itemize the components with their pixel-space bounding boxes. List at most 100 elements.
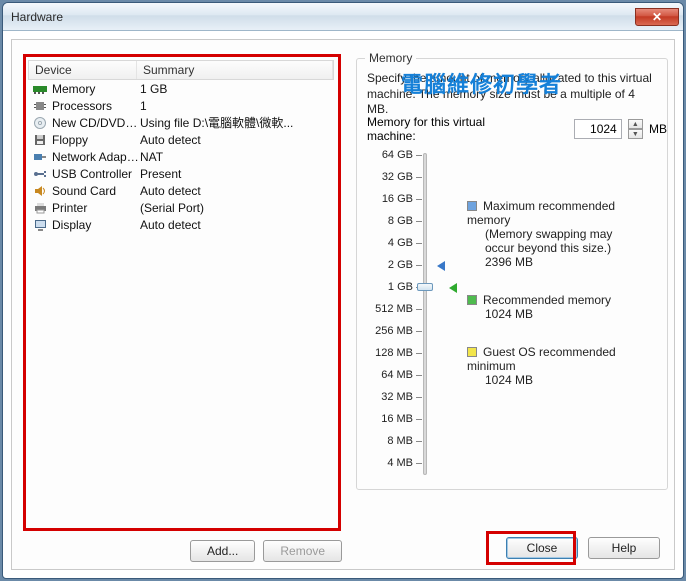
usb-icon (32, 167, 48, 181)
scale-tick: 1 GB (367, 281, 455, 293)
device-summary: Auto detect (140, 184, 330, 198)
marker-rec-icon (449, 283, 457, 293)
table-row[interactable]: Processors1 (28, 97, 334, 114)
tick-label: 4 GB (367, 237, 413, 249)
floppy-icon (32, 133, 48, 147)
printer-icon (32, 201, 48, 215)
device-summary: 1 GB (140, 82, 330, 96)
legend-min-title: Guest OS recommended minimum (467, 345, 616, 373)
tick-label: 256 MB (367, 325, 413, 337)
memory-group: Memory 電腦維修初學者 Specify the amount of mem… (356, 58, 668, 490)
net-icon (32, 150, 48, 164)
memory-desc-line2: machine. The memory size must be a multi… (367, 87, 635, 117)
slider-thumb[interactable] (417, 283, 433, 291)
scale-tick: 4 MB (367, 457, 455, 469)
legend-min-value: 1024 MB (485, 373, 659, 387)
dialog-content: Device Summary Memory1 GBProcessors1New … (11, 39, 675, 570)
close-icon: ✕ (652, 10, 662, 24)
window-title: Hardware (11, 10, 63, 24)
device-summary: Present (140, 167, 330, 181)
tick-label: 16 MB (367, 413, 413, 425)
table-row[interactable]: DisplayAuto detect (28, 216, 334, 233)
titlebar[interactable]: Hardware ✕ (3, 3, 683, 31)
device-summary: Auto detect (140, 133, 330, 147)
memory-legend: Memory (365, 51, 416, 65)
scale-tick: 64 MB (367, 369, 455, 381)
tick-label: 64 GB (367, 149, 413, 161)
legend-max-value: 2396 MB (485, 255, 659, 269)
close-button[interactable]: Close (506, 537, 578, 559)
scale-tick: 256 MB (367, 325, 455, 337)
memory-unit: MB (649, 122, 667, 136)
help-button[interactable]: Help (588, 537, 660, 559)
legend-max-sub1: (Memory swapping may (485, 227, 659, 241)
remove-button[interactable]: Remove (263, 540, 342, 562)
device-summary: 1 (140, 99, 330, 113)
scale-tick: 16 GB (367, 193, 455, 205)
memory-description: Specify the amount of memory allocated t… (367, 71, 657, 118)
device-name: New CD/DVD (... (52, 116, 140, 130)
memory-scale: 64 GB32 GB16 GB8 GB4 GB2 GB1 GB512 MB256… (367, 149, 455, 479)
tick-label: 4 MB (367, 457, 413, 469)
legend-rec-title: Recommended memory (483, 293, 611, 307)
display-icon (32, 218, 48, 232)
device-name: Floppy (52, 133, 140, 147)
dialog-window: Hardware ✕ Device Summary Memory1 GBProc… (2, 2, 684, 579)
spin-up-icon[interactable]: ▲ (628, 119, 643, 129)
scale-tick: 8 GB (367, 215, 455, 227)
device-summary: Auto detect (140, 218, 330, 232)
scale-tick: 128 MB (367, 347, 455, 359)
spin-down-icon[interactable]: ▼ (628, 129, 643, 139)
scale-tick: 8 MB (367, 435, 455, 447)
legend-rec: Recommended memory 1024 MB (467, 293, 659, 321)
table-row[interactable]: Sound CardAuto detect (28, 182, 334, 199)
memory-spinner[interactable]: ▲ ▼ (628, 119, 643, 139)
tick-label: 16 GB (367, 193, 413, 205)
legend-max-title: Maximum recommended memory (467, 199, 615, 227)
device-name: Memory (52, 82, 140, 96)
tick-label: 64 MB (367, 369, 413, 381)
scale-tick: 64 GB (367, 149, 455, 161)
tick-label: 2 GB (367, 259, 413, 271)
legend-min: Guest OS recommended minimum 1024 MB (467, 345, 659, 387)
add-button[interactable]: Add... (190, 540, 255, 562)
device-summary: (Serial Port) (140, 201, 330, 215)
device-name: Sound Card (52, 184, 140, 198)
scale-tick: 4 GB (367, 237, 455, 249)
cd-icon (32, 116, 48, 130)
square-blue-icon (467, 201, 477, 211)
device-name: Display (52, 218, 140, 232)
col-device[interactable]: Device (29, 61, 137, 79)
memory-desc-line1: Specify the amount of memory allocated t… (367, 71, 652, 85)
legend-max: Maximum recommended memory (Memory swapp… (467, 199, 659, 269)
bottom-buttons: Close Help (506, 537, 660, 559)
table-row[interactable]: USB ControllerPresent (28, 165, 334, 182)
table-row[interactable]: Memory1 GB (28, 80, 334, 97)
scale-tick: 16 MB (367, 413, 455, 425)
scale-tick: 32 MB (367, 391, 455, 403)
tick-label: 32 GB (367, 171, 413, 183)
tick-label: 1 GB (367, 281, 413, 293)
table-header: Device Summary (28, 60, 334, 80)
table-row[interactable]: New CD/DVD (...Using file D:\電腦軟體\微軟... (28, 114, 334, 131)
table-row[interactable]: FloppyAuto detect (28, 131, 334, 148)
table-row[interactable]: Network AdapterNAT (28, 148, 334, 165)
device-table: Device Summary Memory1 GBProcessors1New … (28, 60, 334, 233)
window-close-button[interactable]: ✕ (635, 8, 679, 26)
tick-label: 8 GB (367, 215, 413, 227)
tick-label: 128 MB (367, 347, 413, 359)
memory-input[interactable] (574, 119, 622, 139)
cpu-icon (32, 99, 48, 113)
legend-max-sub2: occur beyond this size.) (485, 241, 659, 255)
tick-label: 8 MB (367, 435, 413, 447)
table-row[interactable]: Printer(Serial Port) (28, 199, 334, 216)
device-summary: Using file D:\電腦軟體\微軟... (140, 114, 330, 131)
device-name: Processors (52, 99, 140, 113)
sound-icon (32, 184, 48, 198)
marker-max-icon (437, 261, 445, 271)
square-green-icon (467, 295, 477, 305)
scale-tick: 32 GB (367, 171, 455, 183)
device-name: USB Controller (52, 167, 140, 181)
col-summary[interactable]: Summary (137, 61, 333, 79)
device-summary: NAT (140, 150, 330, 164)
